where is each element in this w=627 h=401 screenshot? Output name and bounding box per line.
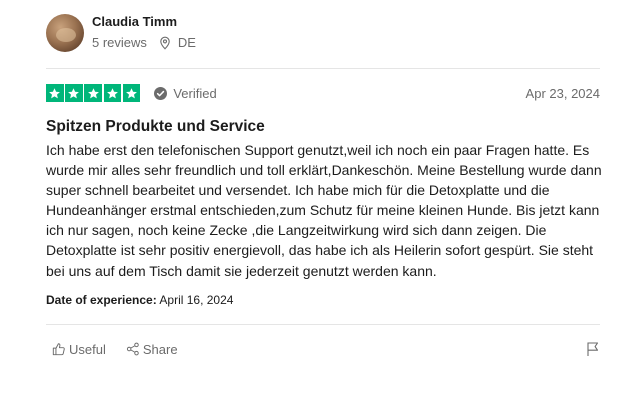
footer-divider — [46, 324, 600, 325]
share-label: Share — [142, 341, 178, 357]
star-icon — [122, 84, 141, 102]
star-icon — [103, 84, 122, 102]
verified-check-icon — [154, 86, 168, 100]
reviews-count: 5 reviews — [92, 35, 147, 50]
review-title: Spitzen Produkte und Service — [46, 118, 265, 135]
verified-badge[interactable]: Verified — [154, 85, 217, 101]
avatar[interactable] — [46, 14, 84, 52]
share-button[interactable]: Share — [126, 342, 178, 357]
review-date: Apr 23, 2024 — [525, 85, 600, 101]
review-card: Claudia Timm 5 reviews DE Verified Apr 2… — [0, 0, 627, 401]
reviewer-meta: 5 reviews DE — [92, 35, 196, 51]
star-rating — [46, 84, 141, 102]
useful-label: Useful — [69, 341, 106, 357]
review-actions: Useful Share — [46, 340, 600, 358]
experience-date: April 16, 2024 — [159, 293, 234, 307]
experience-label: Date of experience: — [46, 293, 157, 307]
reviewer-country: DE — [177, 35, 196, 50]
header-divider — [46, 68, 600, 69]
flag-icon — [587, 342, 599, 356]
date-of-experience: Date of experience: April 16, 2024 — [46, 292, 233, 308]
useful-button[interactable]: Useful — [52, 342, 106, 357]
reviewer-info: Claudia Timm 5 reviews DE — [92, 14, 196, 51]
verified-label: Verified — [173, 85, 217, 101]
reviewer-name[interactable]: Claudia Timm — [92, 14, 196, 30]
star-icon — [46, 84, 64, 102]
star-icon — [65, 84, 83, 102]
report-button[interactable] — [586, 341, 600, 357]
review-body: Ich habe erst den telefonischen Support … — [46, 142, 602, 279]
rating-row: Verified Apr 23, 2024 — [46, 84, 600, 102]
location-pin-icon — [160, 36, 170, 50]
star-icon — [84, 84, 102, 102]
reviewer-header: Claudia Timm 5 reviews DE — [46, 14, 196, 52]
thumbs-up-icon — [52, 343, 65, 356]
share-icon — [126, 342, 139, 356]
